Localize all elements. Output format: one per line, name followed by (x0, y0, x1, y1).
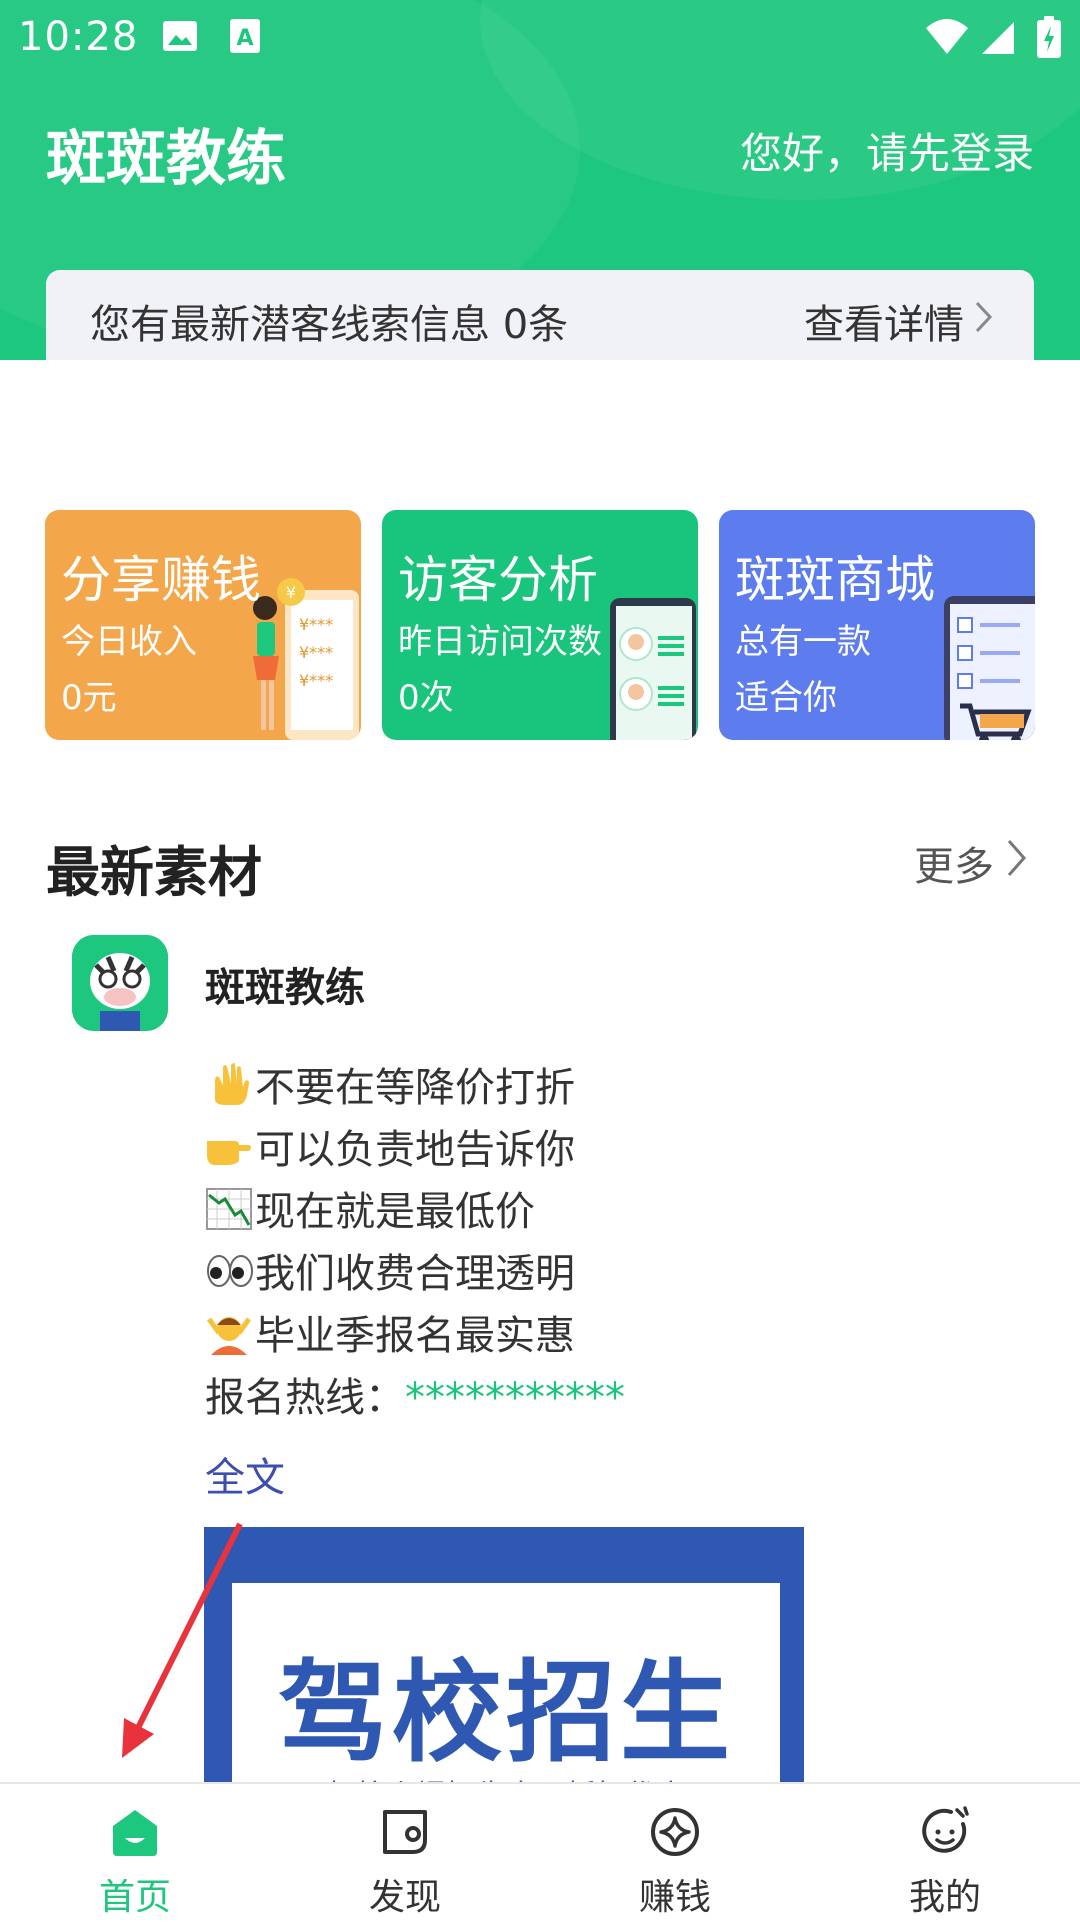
bottom-tab-bar: 首页 发现 赚钱 我的 (0, 1782, 1080, 1922)
mall-illustration (944, 596, 1035, 740)
chevron-right-icon[interactable] (1006, 838, 1028, 878)
card-subtitle: 今日收入 (61, 622, 197, 662)
person-gesturing-icon (206, 1317, 252, 1355)
signal-icon (982, 22, 1014, 54)
card-value: 适合你 (735, 678, 837, 718)
post-line-text: 我们收费合理透明 (255, 1251, 575, 1297)
card-title: 分享赚钱 (61, 551, 261, 609)
tab-home[interactable]: 首页 (0, 1784, 270, 1922)
mall-card[interactable]: 斑斑商城 总有一款 适合你 (719, 510, 1035, 740)
home-icon (113, 1810, 157, 1856)
card-value: 0次 (398, 678, 454, 718)
wifi-icon (926, 19, 968, 54)
tab-label: 发现 (368, 1877, 441, 1918)
share-income-label: ¥*** (299, 643, 333, 662)
card-subtitle: 昨日访问次数 (398, 622, 602, 662)
post-text-line: 可以负责地告诉你 (205, 1117, 575, 1175)
post-image[interactable]: 驾校招生 —驾校火爆招生中，折扣优惠— (204, 1527, 804, 1782)
lead-notice-text: 您有最新潜客线索信息 0条 (90, 302, 569, 348)
pointing-hand-icon (207, 1141, 251, 1165)
full-text-link[interactable]: 全文 (205, 1445, 285, 1503)
header: 10:28 A 斑斑教练 您好，请先登录 您有最新潜客线索信息 0条 查看详情 (0, 0, 1080, 360)
post-text-line: 毕业季报名最实惠 (205, 1303, 575, 1361)
battery-icon (1037, 16, 1061, 58)
post-author: 斑斑教练 (205, 965, 365, 1011)
svg-text:A: A (236, 26, 253, 51)
visitor-analysis-card[interactable]: 访客分析 昨日访问次数 0次 (382, 510, 698, 740)
card-subtitle: 总有一款 (735, 622, 871, 662)
post-text-line: 不要在等降价打折 (205, 1055, 575, 1113)
discover-icon (383, 1810, 427, 1854)
login-link[interactable]: 您好，请先登录 (740, 120, 1034, 181)
post-text-line: 我们收费合理透明 (205, 1241, 575, 1299)
gallery-icon (163, 21, 197, 51)
section-title: 最新素材 (46, 841, 262, 904)
card-title: 访客分析 (398, 551, 598, 609)
post-line-text: 毕业季报名最实惠 (255, 1313, 575, 1359)
hotline-number[interactable]: *********** (405, 1375, 625, 1421)
view-details-link[interactable]: 查看详情 (804, 292, 964, 350)
svg-text:¥: ¥ (286, 583, 296, 602)
hotline-line: 报名热线：*********** (205, 1365, 625, 1423)
poster-title: 驾校招生 (278, 1649, 734, 1777)
post-line-text: 现在就是最低价 (255, 1189, 535, 1235)
post-text-line: 现在就是最低价 (205, 1179, 535, 1237)
app-title: 斑斑教练 (46, 124, 286, 194)
chevron-right-icon (975, 301, 993, 333)
tab-label: 我的 (908, 1877, 981, 1918)
more-link[interactable]: 更多 (914, 834, 994, 892)
earn-icon (651, 1808, 699, 1856)
raised-hand-icon (215, 1063, 249, 1105)
tab-earn[interactable]: 赚钱 (540, 1784, 810, 1922)
share-income-label: ¥*** (299, 615, 333, 634)
tab-profile[interactable]: 我的 (810, 1784, 1080, 1922)
chart-down-icon (206, 1188, 252, 1230)
tab-discover[interactable]: 发现 (270, 1784, 540, 1922)
text-a-icon: A (230, 19, 260, 53)
tab-label: 赚钱 (638, 1877, 711, 1918)
status-bar: 10:28 A (0, 0, 1080, 72)
avatar[interactable] (72, 935, 168, 1031)
share-income-label: ¥*** (299, 671, 333, 690)
tab-label: 首页 (98, 1877, 171, 1918)
status-time: 10:28 (18, 14, 139, 60)
zebra-mascot-icon (72, 935, 168, 1031)
post-line-text: 可以负责地告诉你 (255, 1127, 575, 1173)
card-value: 0元 (61, 678, 117, 718)
hotline-label: 报名热线： (205, 1375, 405, 1421)
visitor-illustration (610, 598, 696, 740)
lead-notice-bar[interactable]: 您有最新潜客线索信息 0条 查看详情 (46, 270, 1034, 360)
post-line-text: 不要在等降价打折 (255, 1065, 575, 1111)
share-earn-card[interactable]: ¥*** ¥*** ¥*** ¥ 分享赚钱 今日收入 0元 (45, 510, 361, 740)
eyes-icon (207, 1255, 253, 1287)
poster-subtitle: —驾校火爆招生中，折扣优惠— (232, 1771, 780, 1782)
poster-panel: 驾校招生 —驾校火爆招生中，折扣优惠— (232, 1583, 780, 1782)
card-title: 斑斑商城 (735, 551, 935, 609)
profile-icon (922, 1806, 969, 1853)
